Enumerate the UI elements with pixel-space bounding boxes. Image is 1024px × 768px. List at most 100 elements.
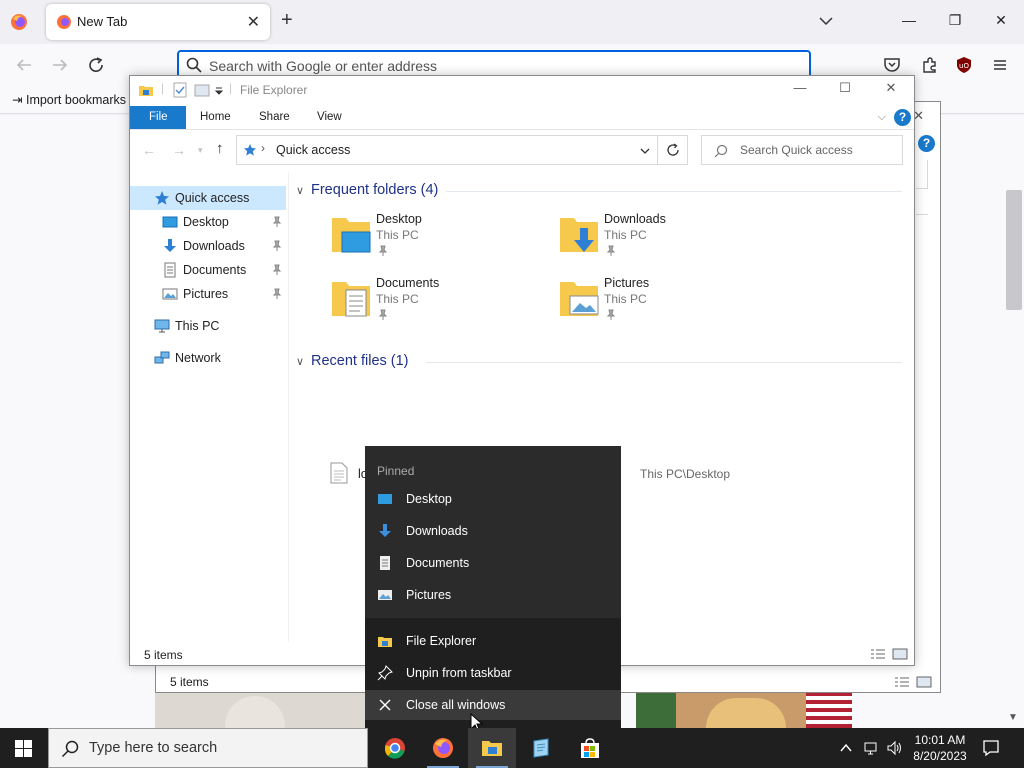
import-bookmarks-button[interactable]: ⇥ Import bookmarks: [12, 92, 126, 107]
url-input[interactable]: [209, 56, 789, 76]
properties-icon[interactable]: [172, 82, 188, 98]
explorer-title-bar[interactable]: | | File Explorer — ☐ ✕: [130, 76, 914, 104]
nav-item-desktop[interactable]: Desktop: [130, 210, 286, 234]
page-scrollbar-thumb[interactable]: [1006, 190, 1022, 310]
folder-tile-pictures[interactable]: Pictures This PC: [558, 276, 778, 332]
taskbar-app-file-explorer[interactable]: [468, 728, 516, 768]
back-arrow-icon[interactable]: [15, 56, 33, 74]
search-box[interactable]: [701, 135, 903, 165]
jump-list-item-downloads[interactable]: Downloads: [365, 516, 621, 546]
tab-share[interactable]: Share: [245, 106, 304, 129]
hamburger-menu-icon[interactable]: [991, 56, 1009, 74]
tab-home[interactable]: Home: [186, 106, 245, 129]
frequent-folders-header[interactable]: ∨ Frequent folders (4): [296, 182, 438, 198]
up-arrow-icon[interactable]: ↑: [216, 140, 224, 157]
taskbar-search-input[interactable]: [89, 740, 359, 756]
maximize-icon[interactable]: ☐: [835, 80, 855, 100]
large-icons-view-icon[interactable]: [916, 676, 932, 688]
nav-item-this-pc[interactable]: This PC: [130, 314, 286, 338]
address-bar[interactable]: › Quick access: [236, 135, 658, 165]
minimize-icon[interactable]: —: [899, 12, 919, 32]
notification-center-icon[interactable]: [982, 739, 1000, 757]
customize-toolbar-dropdown-icon[interactable]: [214, 82, 224, 98]
taskbar-app-chrome[interactable]: [371, 728, 419, 768]
jump-list-unpin-from-taskbar[interactable]: Unpin from taskbar: [365, 658, 621, 688]
details-view-icon[interactable]: [870, 648, 886, 660]
pictures-folder-icon: [560, 282, 599, 316]
reload-icon[interactable]: [87, 56, 105, 74]
tab-view[interactable]: View: [303, 106, 356, 129]
svg-text:uO: uO: [959, 62, 969, 70]
back-arrow-icon[interactable]: ←: [142, 142, 156, 158]
search-input[interactable]: [740, 143, 890, 157]
forward-arrow-icon[interactable]: →: [172, 142, 186, 158]
shortcut-thumbnail[interactable]: [636, 692, 852, 728]
jump-list-item-desktop[interactable]: Desktop: [365, 484, 621, 514]
collapse-chevron-icon[interactable]: ∨: [296, 355, 308, 368]
taskbar-app-firefox[interactable]: [419, 728, 467, 768]
pin-icon[interactable]: [272, 264, 282, 276]
recent-files-header[interactable]: ∨ Recent files (1): [296, 353, 409, 369]
minimize-icon[interactable]: —: [790, 80, 810, 100]
pocket-icon[interactable]: [883, 56, 901, 74]
pin-icon[interactable]: [272, 240, 282, 252]
tab-file[interactable]: File: [130, 106, 186, 129]
jump-list-close-all-windows[interactable]: Close all windows: [365, 690, 621, 720]
close-window-icon[interactable]: ✕: [991, 12, 1011, 32]
pictures-icon: [378, 590, 392, 600]
taskbar-app-microsoft-store[interactable]: [566, 728, 614, 768]
start-button[interactable]: [0, 728, 48, 768]
chevron-down-icon[interactable]: [818, 13, 834, 29]
expand-ribbon-chevron-icon[interactable]: ⌵: [878, 111, 886, 124]
jump-list-item-documents[interactable]: Documents: [365, 548, 621, 578]
collapse-chevron-icon[interactable]: ∨: [296, 184, 308, 197]
firefox-tab-bar: New Tab ✕ + — ❐ ✕: [0, 0, 1024, 44]
firefox-logo-icon[interactable]: [10, 13, 28, 31]
shortcut-thumbnail[interactable]: [155, 692, 365, 728]
details-view-icon[interactable]: [894, 676, 910, 688]
volume-icon[interactable]: [886, 740, 902, 756]
tab-new-tab[interactable]: New Tab ✕: [46, 4, 270, 40]
scroll-down-arrow-icon[interactable]: ▼: [1008, 712, 1018, 723]
forward-arrow-icon[interactable]: [51, 56, 69, 74]
restore-icon[interactable]: ❐: [945, 12, 965, 32]
system-clock[interactable]: 10:01 AM 8/20/2023: [907, 732, 973, 764]
show-hidden-icons-chevron-icon[interactable]: [838, 740, 854, 756]
breadcrumb-chevron-icon[interactable]: ›: [261, 141, 265, 155]
jump-list-item-pictures[interactable]: Pictures: [365, 580, 621, 610]
folder-tile-documents[interactable]: Documents This PC: [330, 276, 550, 332]
extensions-icon[interactable]: [920, 56, 938, 74]
nav-item-downloads[interactable]: Downloads: [130, 234, 286, 258]
help-icon[interactable]: ?: [894, 109, 911, 126]
computer-icon: [154, 319, 170, 333]
status-item-count: 5 items: [170, 675, 209, 689]
breadcrumb[interactable]: Quick access: [276, 143, 350, 157]
taskbar-search-box[interactable]: [48, 728, 368, 768]
large-icons-view-icon[interactable]: [892, 648, 908, 660]
help-icon[interactable]: ?: [918, 135, 935, 152]
nav-item-quick-access[interactable]: Quick access: [130, 186, 286, 210]
jump-list-open-file-explorer[interactable]: File Explorer: [365, 626, 621, 656]
network-status-icon[interactable]: [863, 740, 879, 756]
close-icon[interactable]: ✕: [881, 80, 901, 100]
chevron-down-icon[interactable]: [639, 145, 651, 157]
taskbar-app-notepad[interactable]: [517, 728, 565, 768]
refresh-icon: [666, 143, 679, 156]
nav-item-pictures[interactable]: Pictures: [130, 282, 286, 306]
nav-item-documents[interactable]: Documents: [130, 258, 286, 282]
pin-icon[interactable]: [272, 288, 282, 300]
nav-item-network[interactable]: Network: [130, 346, 286, 370]
pin-icon[interactable]: [272, 216, 282, 228]
ublock-origin-icon[interactable]: uO: [955, 56, 973, 74]
windows-logo-icon: [15, 740, 32, 757]
close-tab-icon[interactable]: ✕: [247, 12, 260, 32]
new-tab-button[interactable]: +: [281, 10, 293, 30]
new-folder-icon[interactable]: [194, 82, 210, 98]
refresh-button[interactable]: [658, 135, 688, 165]
microsoft-store-icon: [581, 738, 599, 758]
folder-tile-desktop[interactable]: Desktop This PC: [330, 212, 550, 268]
downloads-folder-icon: [560, 218, 598, 252]
downloads-icon: [164, 239, 176, 252]
recent-locations-chevron-icon[interactable]: ▾: [198, 145, 203, 156]
folder-tile-downloads[interactable]: Downloads This PC: [558, 212, 778, 268]
